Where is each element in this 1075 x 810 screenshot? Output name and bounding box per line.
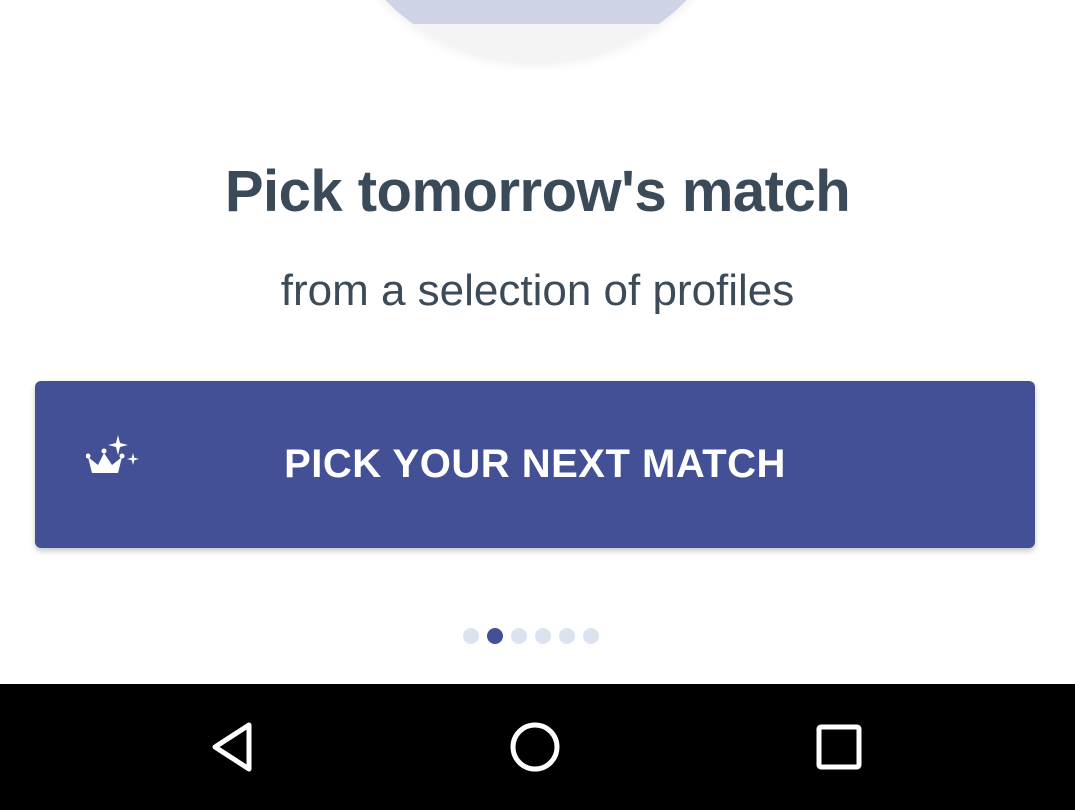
nav-back-button[interactable] (173, 684, 293, 810)
home-circle-icon (510, 722, 560, 772)
pick-next-match-label: PICK YOUR NEXT MATCH (284, 442, 786, 486)
pagination-dot (463, 628, 479, 644)
nav-recents-button[interactable] (779, 684, 899, 810)
pagination-dot (511, 628, 527, 644)
onboarding-screen: Pick tomorrow's match from a selection o… (0, 0, 1075, 810)
illustration-profile-strip (360, 0, 712, 24)
pagination-dots (463, 628, 599, 644)
pick-next-match-button[interactable]: PICK YOUR NEXT MATCH (35, 381, 1035, 548)
recents-square-icon (816, 724, 862, 770)
onboarding-illustration (336, 0, 736, 62)
system-navigation-bar (0, 684, 1075, 810)
pagination-dot (583, 628, 599, 644)
pagination-dot-active (487, 628, 503, 644)
pagination-dot (535, 628, 551, 644)
onboarding-subtitle: from a selection of profiles (280, 266, 795, 315)
onboarding-title: Pick tomorrow's match (224, 159, 851, 224)
back-triangle-icon (212, 722, 252, 772)
nav-home-button[interactable] (475, 684, 595, 810)
pagination-dot (559, 628, 575, 644)
